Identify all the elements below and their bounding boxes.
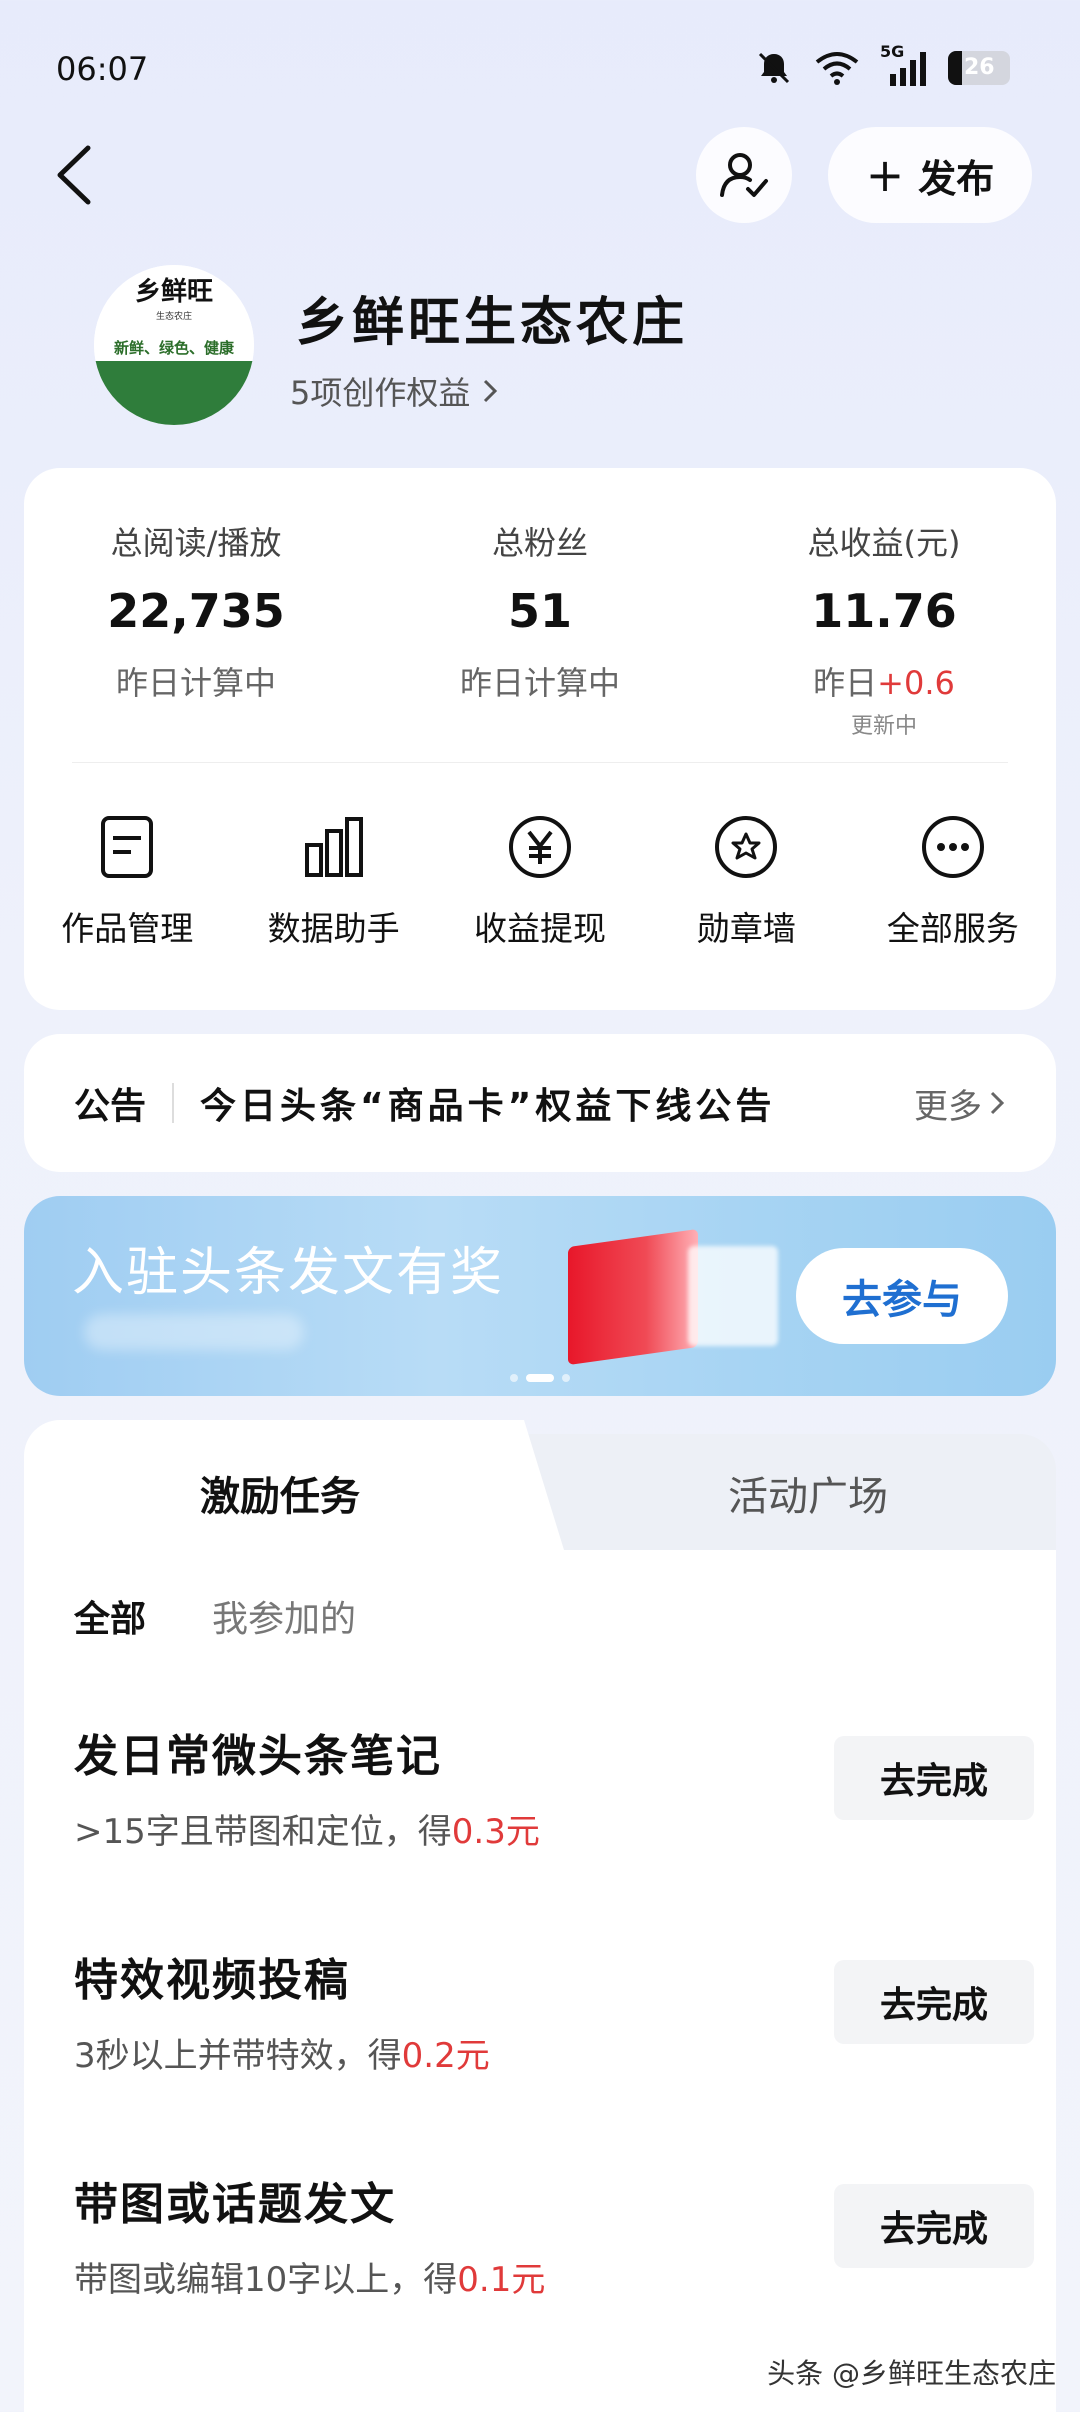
avatar-footer: [94, 361, 254, 425]
stat-label: 总收益(元): [807, 524, 961, 562]
tool-label: 作品管理: [61, 909, 194, 948]
stat-sub-prefix: 昨日: [813, 664, 878, 702]
tasks-section: 激励任务 活动广场 全部 我参加的 发日常微头条笔记 >15字且带图和定位，得0…: [24, 1420, 1056, 2412]
notice-bar[interactable]: 公告 今日头条“商品卡”权益下线公告 更多: [24, 1034, 1056, 1172]
tool-label: 收益提现: [474, 909, 607, 948]
stat-total-earnings[interactable]: 总收益(元) 11.76 昨日+0.6 更新中: [712, 518, 1056, 740]
stat-sub: 昨日+0.6: [712, 658, 1056, 704]
more-icon: [918, 812, 988, 882]
promo-banner[interactable]: 入驻头条发文有奖 去参与: [24, 1196, 1056, 1396]
status-icons: 5G 26: [754, 42, 1010, 88]
filter-joined[interactable]: 我参加的: [212, 1590, 356, 1642]
avatar-logo-name: 乡鲜旺: [134, 276, 213, 307]
tab-incentive-tasks[interactable]: 激励任务: [200, 1464, 360, 1522]
chevron-right-icon: [484, 379, 498, 403]
task-item: 特效视频投稿 3秒以上并带特效，得0.2元 去完成: [74, 1944, 1034, 2076]
stat-label: 总阅读/播放: [110, 524, 282, 562]
notice-text[interactable]: 今日头条“商品卡”权益下线公告: [200, 1077, 914, 1129]
task-item: 带图或话题发文 带图或编辑10字以上，得0.1元 去完成: [74, 2168, 1034, 2300]
creator-benefits-label: 5项创作权益: [290, 374, 471, 412]
battery-icon: 26: [948, 51, 1010, 85]
tool-all-services[interactable]: 全部服务: [850, 812, 1056, 950]
task-desc-text: >15字且带图和定位，得: [74, 1812, 452, 1852]
battery-level: 26: [964, 55, 995, 80]
task-complete-button[interactable]: 去完成: [834, 1736, 1034, 1820]
avatar[interactable]: 乡鲜旺 生态农庄 新鲜、绿色、健康: [94, 265, 254, 425]
document-icon: [92, 812, 162, 882]
bar-chart-icon: [299, 812, 369, 882]
task-complete-button[interactable]: 去完成: [834, 2184, 1034, 2268]
carousel-dots: [24, 1374, 1056, 1382]
stat-sub: 昨日计算中: [459, 664, 620, 702]
task-desc-text: 带图或编辑10字以上，得: [74, 2260, 458, 2300]
banner-join-button[interactable]: 去参与: [796, 1248, 1008, 1344]
notice-more-label: 更多: [914, 1086, 982, 1127]
plus-icon: +: [865, 148, 905, 202]
notice-separator: [172, 1083, 175, 1123]
creator-benefits-link[interactable]: 5项创作权益: [290, 368, 500, 414]
stat-label: 总粉丝: [491, 524, 588, 562]
stat-value: 51: [507, 584, 572, 638]
banner-graphic-glow: [688, 1246, 778, 1346]
task-complete-button[interactable]: 去完成: [834, 1960, 1034, 2044]
publish-button[interactable]: + 发布: [828, 127, 1032, 223]
tool-works-management[interactable]: 作品管理: [24, 812, 230, 950]
carousel-dot[interactable]: [510, 1374, 518, 1382]
task-item: 发日常微头条笔记 >15字且带图和定位，得0.3元 去完成: [74, 1720, 1034, 1852]
tool-label: 数据助手: [267, 909, 400, 948]
back-arrow-icon: [57, 145, 91, 205]
stat-value: 22,735: [107, 584, 285, 638]
task-reward: 0.1元: [457, 2260, 546, 2300]
profile-switch-button[interactable]: [696, 127, 792, 223]
user-check-icon: [720, 153, 768, 197]
carousel-dot-active[interactable]: [526, 1374, 554, 1382]
stat-total-reads[interactable]: 总阅读/播放 22,735 昨日计算中: [24, 518, 368, 740]
tool-earnings-withdraw[interactable]: 收益提现: [437, 812, 643, 950]
banner-graphic: [568, 1228, 698, 1366]
tab-activity-square[interactable]: 活动广场: [728, 1464, 888, 1522]
profile-name: 乡鲜旺生态农庄: [296, 293, 689, 353]
banner-title: 入驻头条发文有奖: [72, 1243, 505, 1303]
notice-label: 公告: [74, 1086, 147, 1127]
filter-all[interactable]: 全部: [74, 1590, 146, 1642]
stat-sub: 昨日计算中: [115, 664, 276, 702]
task-reward: 0.2元: [401, 2036, 490, 2076]
back-button[interactable]: [50, 140, 100, 210]
signal-icon: 5G: [880, 42, 928, 88]
tool-medal-wall[interactable]: 勋章墙: [643, 812, 849, 950]
task-desc-text: 3秒以上并带特效，得: [74, 2036, 402, 2076]
stat-value: 11.76: [811, 584, 957, 638]
avatar-logo-sub: 生态农庄: [155, 311, 192, 322]
task-reward: 0.3元: [451, 1812, 540, 1852]
status-bar: 06:07 5G 26: [0, 0, 1080, 140]
tool-data-assistant[interactable]: 数据助手: [230, 812, 436, 950]
tool-label: 全部服务: [886, 909, 1019, 948]
yuan-icon: [505, 812, 575, 882]
notice-more-link[interactable]: 更多: [914, 1079, 1006, 1128]
wifi-icon: [815, 52, 859, 85]
publish-label: 发布: [918, 156, 995, 201]
stats-card: 总阅读/播放 22,735 昨日计算中 总粉丝 51 昨日计算中 总收益(元) …: [24, 468, 1056, 1010]
avatar-slogan: 新鲜、绿色、健康: [94, 335, 254, 361]
carousel-dot[interactable]: [562, 1374, 570, 1382]
divider: [72, 762, 1008, 763]
tool-label: 勋章墙: [696, 909, 796, 948]
watermark: 头条 @乡鲜旺生态农庄: [767, 2357, 1056, 2390]
stat-updating-note: 更新中: [850, 714, 917, 739]
status-time: 06:07: [56, 50, 149, 88]
banner-decoration: [84, 1314, 304, 1350]
avatar-logo: 乡鲜旺 生态农庄: [94, 265, 254, 335]
chevron-right-icon: [990, 1091, 1005, 1115]
tools-row: 作品管理 数据助手 收益提现 勋章墙 全部服务: [24, 812, 1056, 950]
stat-delta: +0.6: [877, 664, 955, 702]
stats-row: 总阅读/播放 22,735 昨日计算中 总粉丝 51 昨日计算中 总收益(元) …: [24, 518, 1056, 740]
stat-total-fans[interactable]: 总粉丝 51 昨日计算中: [368, 518, 712, 740]
medal-icon: [711, 812, 781, 882]
task-filters: 全部 我参加的: [74, 1590, 356, 1642]
mute-icon: [758, 52, 790, 84]
